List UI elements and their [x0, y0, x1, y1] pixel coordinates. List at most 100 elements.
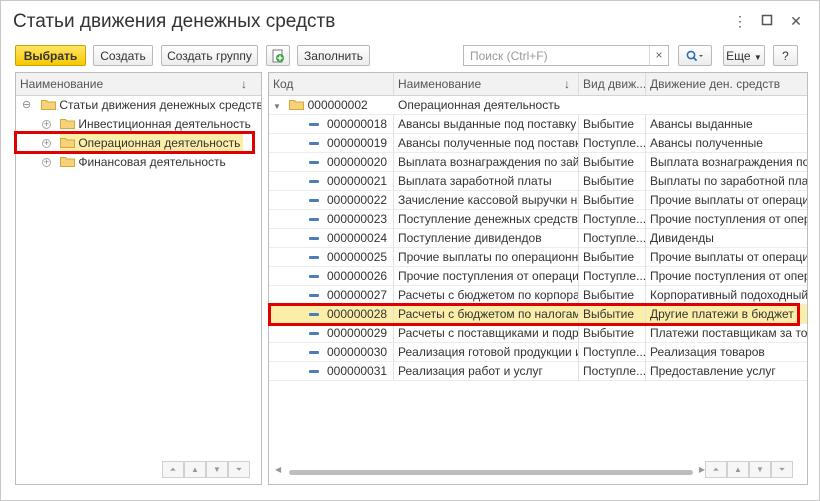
type-cell: Выбытие: [579, 153, 646, 172]
col-code-header[interactable]: Код: [269, 73, 394, 95]
table-row[interactable]: 000000027 Расчеты с бюджетом по корпора..…: [269, 286, 807, 305]
movement-cell: Авансы выданные: [646, 115, 807, 134]
search-button[interactable]: [678, 45, 712, 66]
table-row[interactable]: 000000023 Поступление денежных средств ..…: [269, 210, 807, 229]
table-row[interactable]: 000000024 Поступление дивидендов Поступле.…: [269, 229, 807, 248]
clear-search-icon[interactable]: ×: [649, 46, 668, 65]
tree-root-row[interactable]: ⊖ Статьи движения денежных средств: [16, 96, 261, 115]
table-row[interactable]: 000000028 Расчеты с бюджетом по налогам Вы…: [269, 305, 807, 324]
fill-button[interactable]: Заполнить: [297, 45, 370, 66]
type-cell-text: Выбытие: [583, 155, 634, 169]
code-cell-text: 000000028: [327, 307, 388, 321]
table-row[interactable]: 000000022 Зачисление кассовой выручки н..…: [269, 191, 807, 210]
type-cell-text: Выбытие: [583, 174, 634, 188]
item-icon: [309, 351, 319, 355]
close-icon[interactable]: ✕: [788, 13, 804, 29]
tree-item-operating[interactable]: + Операционная деятельность: [16, 134, 261, 153]
code-cell-text: 000000030: [327, 345, 388, 359]
code-cell-text: 000000020: [327, 155, 388, 169]
type-cell: Выбытие: [579, 248, 646, 267]
table-row[interactable]: 000000025 Прочие выплаты по операционно..…: [269, 248, 807, 267]
type-cell-text: Выбытие: [583, 117, 634, 131]
table-row[interactable]: 000000026 Прочие поступления от операцио.…: [269, 267, 807, 286]
table-row[interactable]: 000000031 Реализация работ и услуг Поступл…: [269, 362, 807, 381]
more-menu-button[interactable]: Еще ▼: [723, 45, 765, 66]
type-cell: Поступле...: [579, 134, 646, 153]
more-label: Еще: [726, 49, 751, 63]
add-document-icon: [272, 49, 284, 63]
type-cell-text: Выбытие: [583, 288, 634, 302]
last-page-icon[interactable]: ⏷: [228, 461, 250, 478]
type-cell: Поступле...: [579, 362, 646, 381]
name-cell: Реализация работ и услуг: [394, 362, 579, 381]
select-button[interactable]: Выбрать: [15, 45, 86, 66]
tree-header-name[interactable]: Наименование ↓: [16, 73, 261, 95]
tree-item-financial[interactable]: + Финансовая деятельность: [16, 153, 261, 172]
window-title: Статьи движения денежных средств: [13, 11, 336, 32]
item-icon: [309, 370, 319, 374]
item-icon: [309, 332, 319, 336]
tree-root-label: Статьи движения денежных средств: [59, 98, 262, 112]
item-icon: [309, 218, 319, 222]
type-cell-text: Поступле...: [583, 231, 646, 245]
tree-header-label: Наименование: [20, 77, 104, 91]
group-row[interactable]: ▼ 000000002 Операционная деятельность: [269, 96, 807, 115]
help-button[interactable]: ?: [773, 45, 798, 66]
code-cell: 000000029: [269, 324, 394, 343]
prev-page-icon[interactable]: ▲: [727, 461, 749, 478]
tree-item-investment[interactable]: + Инвестиционная деятельность: [16, 115, 261, 134]
search-input[interactable]: Поиск (Ctrl+F) ×: [463, 45, 669, 66]
folder-icon: [60, 156, 75, 167]
restore-icon[interactable]: [759, 13, 775, 29]
col-type-header[interactable]: Вид движ...: [579, 73, 646, 95]
table-row[interactable]: 000000018 Авансы выданные под поставку ..…: [269, 115, 807, 134]
add-copy-button[interactable]: [266, 45, 290, 66]
collapse-icon[interactable]: ⊖: [22, 96, 31, 115]
first-page-icon[interactable]: ⏶: [705, 461, 727, 478]
dialog-window: Статьи движения денежных средств ⋮ ✕ Выб…: [0, 0, 820, 501]
last-page-icon[interactable]: ⏷: [771, 461, 793, 478]
table-row[interactable]: 000000021 Выплата заработной платы Выбытие…: [269, 172, 807, 191]
col-name-header[interactable]: Наименование ↓: [394, 73, 579, 95]
name-cell: Расчеты с бюджетом по корпора...: [394, 286, 579, 305]
expand-icon[interactable]: +: [42, 120, 51, 129]
sort-arrow-icon: ↓: [241, 77, 247, 91]
prev-page-icon[interactable]: ▲: [184, 461, 206, 478]
item-icon: [309, 123, 319, 127]
search-placeholder: Поиск (Ctrl+F): [470, 49, 548, 63]
scrollbar-thumb[interactable]: [289, 470, 693, 475]
table-row[interactable]: 000000020 Выплата вознаграждения по зай..…: [269, 153, 807, 172]
first-page-icon[interactable]: ⏶: [162, 461, 184, 478]
next-page-icon[interactable]: ▼: [206, 461, 228, 478]
type-cell: Поступле...: [579, 210, 646, 229]
kebab-icon[interactable]: ⋮: [732, 13, 748, 29]
code-cell-text: 000000031: [327, 364, 388, 378]
item-icon: [309, 313, 319, 317]
expand-icon[interactable]: +: [42, 158, 51, 167]
col-movement-header[interactable]: Движение ден. средств: [646, 73, 807, 95]
table-row[interactable]: 000000030 Реализация готовой продукции и.…: [269, 343, 807, 362]
name-cell: Выплата вознаграждения по зай...: [394, 153, 579, 172]
name-cell: Прочие поступления от операцио...: [394, 267, 579, 286]
horizontal-scrollbar[interactable]: ◀ ▶: [275, 465, 705, 479]
tree-item-label: Инвестиционная деятельность: [78, 117, 251, 131]
scroll-left-icon[interactable]: ◀: [275, 465, 281, 474]
expand-icon[interactable]: +: [42, 139, 51, 148]
create-button[interactable]: Создать: [93, 45, 153, 66]
table-row[interactable]: 000000029 Расчеты с поставщиками и подр..…: [269, 324, 807, 343]
next-page-icon[interactable]: ▼: [749, 461, 771, 478]
movement-cell-text: Авансы выданные: [650, 117, 753, 131]
movement-cell-text: Прочие поступления от опера...: [650, 212, 808, 226]
code-cell-text: 000000024: [327, 231, 388, 245]
name-cell: Реализация готовой продукции и...: [394, 343, 579, 362]
table-row[interactable]: 000000019 Авансы полученные под поставк..…: [269, 134, 807, 153]
name-cell-text: Выплата вознаграждения по зай...: [398, 155, 579, 169]
code-cell-text: 000000022: [327, 193, 388, 207]
code-cell: 000000019: [269, 134, 394, 153]
create-group-button[interactable]: Создать группу: [161, 45, 258, 66]
name-cell-text: Выплата заработной платы: [398, 174, 552, 188]
name-cell-text: Поступление денежных средств ...: [398, 212, 579, 226]
movement-cell-text: Предоставление услуг: [650, 364, 776, 378]
code-cell: 000000030: [269, 343, 394, 362]
item-icon: [309, 142, 319, 146]
